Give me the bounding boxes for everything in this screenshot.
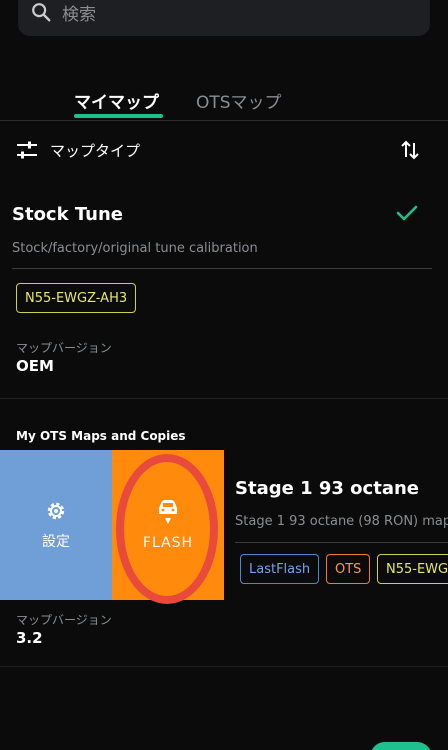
map-version-label: マップバージョン — [16, 613, 112, 627]
map-tabs: マイマップ OTSマップ — [0, 82, 448, 122]
map-description: Stage 1 93 octane (98 RON) mapp — [235, 514, 448, 529]
check-icon — [396, 205, 418, 221]
tab-my-maps[interactable]: マイマップ — [74, 88, 159, 113]
search-input[interactable]: 検索 — [62, 0, 96, 25]
map-title: Stock Tune — [12, 204, 123, 225]
ecu-chip: N55-EWGZ — [377, 554, 448, 584]
settings-button[interactable]: 設定 — [0, 450, 112, 600]
last-flash-chip: LastFlash — [240, 554, 320, 584]
tab-ots-maps[interactable]: OTSマップ — [196, 88, 282, 113]
search-icon — [32, 3, 51, 22]
section-divider — [0, 666, 448, 667]
settings-label: 設定 — [42, 534, 70, 550]
search-bar[interactable]: 検索 — [18, 0, 430, 36]
map-version-value: OEM — [16, 357, 54, 375]
section-heading: My OTS Maps and Copies — [16, 429, 186, 443]
map-description: Stock/factory/original tune calibration — [12, 241, 258, 256]
map-version-value: 3.2 — [16, 629, 43, 647]
map-title: Stage 1 93 octane — [235, 478, 419, 499]
sort-arrows-icon[interactable] — [398, 138, 422, 162]
tabs-divider — [0, 120, 448, 121]
map-version-label: マップバージョン — [16, 341, 112, 355]
item-divider — [235, 542, 448, 543]
ots-map-item[interactable]: Stage 1 93 octane Stage 1 93 octane (98 … — [224, 450, 448, 600]
map-type-filter[interactable]: マップタイプ — [16, 134, 432, 166]
item-divider — [12, 268, 432, 269]
map-type-label: マップタイプ — [50, 141, 141, 160]
ecu-chip: N55-EWGZ-AH3 — [16, 283, 137, 313]
floating-action-button[interactable] — [370, 742, 432, 750]
active-tab-indicator — [74, 114, 163, 118]
gear-icon — [47, 502, 65, 520]
highlight-circle — [116, 454, 218, 604]
ots-chip: OTS — [326, 554, 371, 584]
section-divider — [0, 398, 448, 399]
sliders-icon — [17, 141, 37, 159]
